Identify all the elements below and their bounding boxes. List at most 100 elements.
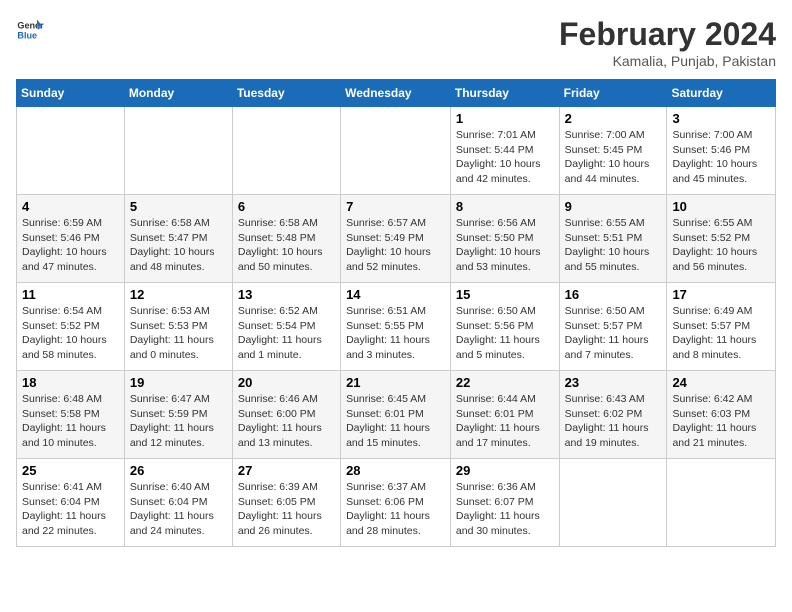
calendar-cell: 12Sunrise: 6:53 AM Sunset: 5:53 PM Dayli…	[124, 283, 232, 371]
calendar-cell: 29 Sunrise: 6:36 AM Sunset: 6:07 PM Dayli…	[450, 459, 559, 547]
month-title: February 2024	[559, 16, 776, 53]
day-info: Sunrise: 6:53 AM Sunset: 5:53 PM Dayligh…	[130, 304, 227, 363]
day-number: 15	[456, 287, 554, 302]
week-row-5: 25 Sunrise: 6:41 AM Sunset: 6:04 PM Dayli…	[17, 459, 776, 547]
calendar-cell	[17, 107, 125, 195]
day-number: 19	[130, 375, 227, 390]
day-number: 14	[346, 287, 445, 302]
day-info: Sunrise: 6:50 AM Sunset: 5:56 PM Dayligh…	[456, 304, 554, 363]
day-number: 23	[565, 375, 662, 390]
day-info: Sunrise: 6:51 AM Sunset: 5:55 PM Dayligh…	[346, 304, 445, 363]
location-subtitle: Kamalia, Punjab, Pakistan	[559, 53, 776, 69]
weekday-header-saturday: Saturday	[667, 80, 776, 107]
day-info: Sunrise: 7:00 AM Sunset: 5:45 PM Dayligh…	[565, 128, 662, 187]
day-info: Sunrise: 7:00 AM Sunset: 5:46 PM Dayligh…	[672, 128, 770, 187]
day-number: 21	[346, 375, 445, 390]
calendar-cell: 22 Sunrise: 6:44 AM Sunset: 6:01 PM Dayli…	[450, 371, 559, 459]
day-info: Sunrise: 6:40 AM Sunset: 6:04 PM Dayligh…	[130, 480, 227, 539]
day-info: Sunrise: 6:55 AM Sunset: 5:51 PM Dayligh…	[565, 216, 662, 275]
day-info: Sunrise: 6:41 AM Sunset: 6:04 PM Dayligh…	[22, 480, 119, 539]
calendar-cell: 23 Sunrise: 6:43 AM Sunset: 6:02 PM Dayli…	[559, 371, 667, 459]
day-number: 9	[565, 199, 662, 214]
page-header: General Blue February 2024 Kamalia, Punj…	[16, 16, 776, 69]
title-section: February 2024 Kamalia, Punjab, Pakistan	[559, 16, 776, 69]
week-row-4: 18 Sunrise: 6:48 AM Sunset: 5:58 PM Dayli…	[17, 371, 776, 459]
day-number: 28	[346, 463, 445, 478]
calendar-cell	[559, 459, 667, 547]
day-number: 22	[456, 375, 554, 390]
week-row-3: 11 Sunrise: 6:54 AM Sunset: 5:52 PM Dayli…	[17, 283, 776, 371]
calendar-cell: 3 Sunrise: 7:00 AM Sunset: 5:46 PM Daylig…	[667, 107, 776, 195]
logo-icon: General Blue	[16, 16, 44, 44]
calendar-cell: 19Sunrise: 6:47 AM Sunset: 5:59 PM Dayli…	[124, 371, 232, 459]
day-number: 3	[672, 111, 770, 126]
day-info: Sunrise: 6:52 AM Sunset: 5:54 PM Dayligh…	[238, 304, 335, 363]
calendar-cell: 1Sunrise: 7:01 AM Sunset: 5:44 PM Daylig…	[450, 107, 559, 195]
calendar-cell: 6 Sunrise: 6:58 AM Sunset: 5:48 PM Daylig…	[232, 195, 340, 283]
calendar-cell: 9 Sunrise: 6:55 AM Sunset: 5:51 PM Daylig…	[559, 195, 667, 283]
day-info: Sunrise: 6:58 AM Sunset: 5:48 PM Dayligh…	[238, 216, 335, 275]
day-number: 6	[238, 199, 335, 214]
weekday-header-friday: Friday	[559, 80, 667, 107]
calendar-cell	[124, 107, 232, 195]
day-number: 24	[672, 375, 770, 390]
svg-text:Blue: Blue	[17, 30, 37, 40]
day-info: Sunrise: 6:48 AM Sunset: 5:58 PM Dayligh…	[22, 392, 119, 451]
calendar-table: SundayMondayTuesdayWednesdayThursdayFrid…	[16, 79, 776, 547]
day-number: 5	[130, 199, 227, 214]
calendar-cell	[232, 107, 340, 195]
day-number: 4	[22, 199, 119, 214]
day-info: Sunrise: 6:44 AM Sunset: 6:01 PM Dayligh…	[456, 392, 554, 451]
day-info: Sunrise: 7:01 AM Sunset: 5:44 PM Dayligh…	[456, 128, 554, 187]
week-row-1: 1Sunrise: 7:01 AM Sunset: 5:44 PM Daylig…	[17, 107, 776, 195]
day-info: Sunrise: 6:58 AM Sunset: 5:47 PM Dayligh…	[130, 216, 227, 275]
day-number: 2	[565, 111, 662, 126]
calendar-cell: 5 Sunrise: 6:58 AM Sunset: 5:47 PM Daylig…	[124, 195, 232, 283]
weekday-header-sunday: Sunday	[17, 80, 125, 107]
day-number: 13	[238, 287, 335, 302]
weekday-header-thursday: Thursday	[450, 80, 559, 107]
calendar-cell: 15 Sunrise: 6:50 AM Sunset: 5:56 PM Dayli…	[450, 283, 559, 371]
day-info: Sunrise: 6:36 AM Sunset: 6:07 PM Dayligh…	[456, 480, 554, 539]
calendar-cell	[667, 459, 776, 547]
day-info: Sunrise: 6:45 AM Sunset: 6:01 PM Dayligh…	[346, 392, 445, 451]
day-number: 26	[130, 463, 227, 478]
calendar-cell: 24Sunrise: 6:42 AM Sunset: 6:03 PM Dayli…	[667, 371, 776, 459]
calendar-cell: 10 Sunrise: 6:55 AM Sunset: 5:52 PM Dayli…	[667, 195, 776, 283]
calendar-cell: 21 Sunrise: 6:45 AM Sunset: 6:01 PM Dayli…	[341, 371, 451, 459]
day-info: Sunrise: 6:56 AM Sunset: 5:50 PM Dayligh…	[456, 216, 554, 275]
day-info: Sunrise: 6:57 AM Sunset: 5:49 PM Dayligh…	[346, 216, 445, 275]
calendar-cell	[341, 107, 451, 195]
calendar-cell: 25 Sunrise: 6:41 AM Sunset: 6:04 PM Dayli…	[17, 459, 125, 547]
calendar-cell: 2 Sunrise: 7:00 AM Sunset: 5:45 PM Daylig…	[559, 107, 667, 195]
day-info: Sunrise: 6:50 AM Sunset: 5:57 PM Dayligh…	[565, 304, 662, 363]
day-number: 10	[672, 199, 770, 214]
day-number: 11	[22, 287, 119, 302]
weekday-header-row: SundayMondayTuesdayWednesdayThursdayFrid…	[17, 80, 776, 107]
calendar-cell: 4 Sunrise: 6:59 AM Sunset: 5:46 PM Daylig…	[17, 195, 125, 283]
day-info: Sunrise: 6:59 AM Sunset: 5:46 PM Dayligh…	[22, 216, 119, 275]
calendar-cell: 27 Sunrise: 6:39 AM Sunset: 6:05 PM Dayli…	[232, 459, 340, 547]
day-number: 20	[238, 375, 335, 390]
calendar-cell: 26 Sunrise: 6:40 AM Sunset: 6:04 PM Dayli…	[124, 459, 232, 547]
day-info: Sunrise: 6:55 AM Sunset: 5:52 PM Dayligh…	[672, 216, 770, 275]
weekday-header-wednesday: Wednesday	[341, 80, 451, 107]
calendar-cell: 16 Sunrise: 6:50 AM Sunset: 5:57 PM Dayli…	[559, 283, 667, 371]
day-info: Sunrise: 6:43 AM Sunset: 6:02 PM Dayligh…	[565, 392, 662, 451]
day-number: 8	[456, 199, 554, 214]
day-number: 16	[565, 287, 662, 302]
calendar-cell: 18 Sunrise: 6:48 AM Sunset: 5:58 PM Dayli…	[17, 371, 125, 459]
day-number: 27	[238, 463, 335, 478]
day-info: Sunrise: 6:46 AM Sunset: 6:00 PM Dayligh…	[238, 392, 335, 451]
day-info: Sunrise: 6:37 AM Sunset: 6:06 PM Dayligh…	[346, 480, 445, 539]
day-number: 29	[456, 463, 554, 478]
weekday-header-tuesday: Tuesday	[232, 80, 340, 107]
day-info: Sunrise: 6:39 AM Sunset: 6:05 PM Dayligh…	[238, 480, 335, 539]
calendar-cell: 13 Sunrise: 6:52 AM Sunset: 5:54 PM Dayli…	[232, 283, 340, 371]
day-number: 18	[22, 375, 119, 390]
calendar-cell: 17Sunrise: 6:49 AM Sunset: 5:57 PM Dayli…	[667, 283, 776, 371]
calendar-cell: 8 Sunrise: 6:56 AM Sunset: 5:50 PM Daylig…	[450, 195, 559, 283]
day-number: 17	[672, 287, 770, 302]
day-number: 25	[22, 463, 119, 478]
day-info: Sunrise: 6:54 AM Sunset: 5:52 PM Dayligh…	[22, 304, 119, 363]
